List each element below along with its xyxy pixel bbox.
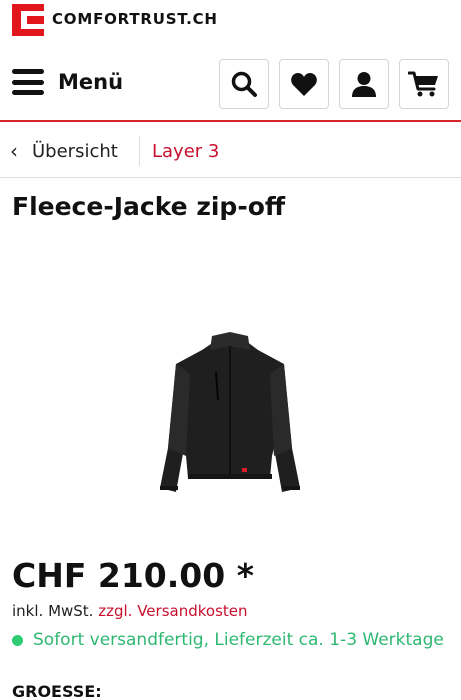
breadcrumb-divider [139, 136, 140, 166]
back-label: Übersicht [32, 140, 118, 162]
menu-button[interactable]: Menü [12, 64, 123, 100]
shipping-costs-link[interactable]: zzgl. Versandkosten [98, 602, 247, 620]
search-button[interactable] [219, 59, 269, 109]
tax-prefix: inkl. MwSt. [12, 602, 94, 620]
top-bar: COMFORTRUST.CH [0, 0, 461, 42]
cart-button[interactable] [399, 59, 449, 109]
search-icon [231, 71, 257, 97]
product-title: Fleece-Jacke zip-off [12, 192, 286, 221]
cart-icon [408, 71, 438, 97]
product-price: CHF 210.00 * [12, 556, 254, 595]
account-button[interactable] [339, 59, 389, 109]
breadcrumb: ‹ Übersicht Layer 3 [0, 124, 461, 178]
availability-text: Sofort versandfertig, Lieferzeit ca. 1-3… [33, 630, 444, 650]
product-image[interactable] [150, 328, 310, 500]
brand-name[interactable]: COMFORTRUST.CH [52, 10, 218, 28]
menu-label: Menü [58, 70, 124, 94]
tax-note: inkl. MwSt. zzgl. Versandkosten [12, 602, 248, 620]
brand-logo[interactable] [12, 4, 44, 36]
user-icon [352, 72, 376, 97]
main-nav: Menü [0, 42, 461, 122]
wishlist-button[interactable] [279, 59, 329, 109]
back-to-overview-link[interactable]: ‹ Übersicht [10, 124, 118, 178]
size-label: GROESSE: [12, 682, 102, 700]
availability-status: Sofort versandfertig, Lieferzeit ca. 1-3… [12, 630, 444, 650]
hamburger-icon [12, 69, 44, 95]
availability-dot-icon [12, 634, 23, 646]
heart-icon [291, 73, 317, 96]
breadcrumb-current[interactable]: Layer 3 [152, 124, 219, 178]
chevron-left-icon: ‹ [10, 139, 18, 163]
